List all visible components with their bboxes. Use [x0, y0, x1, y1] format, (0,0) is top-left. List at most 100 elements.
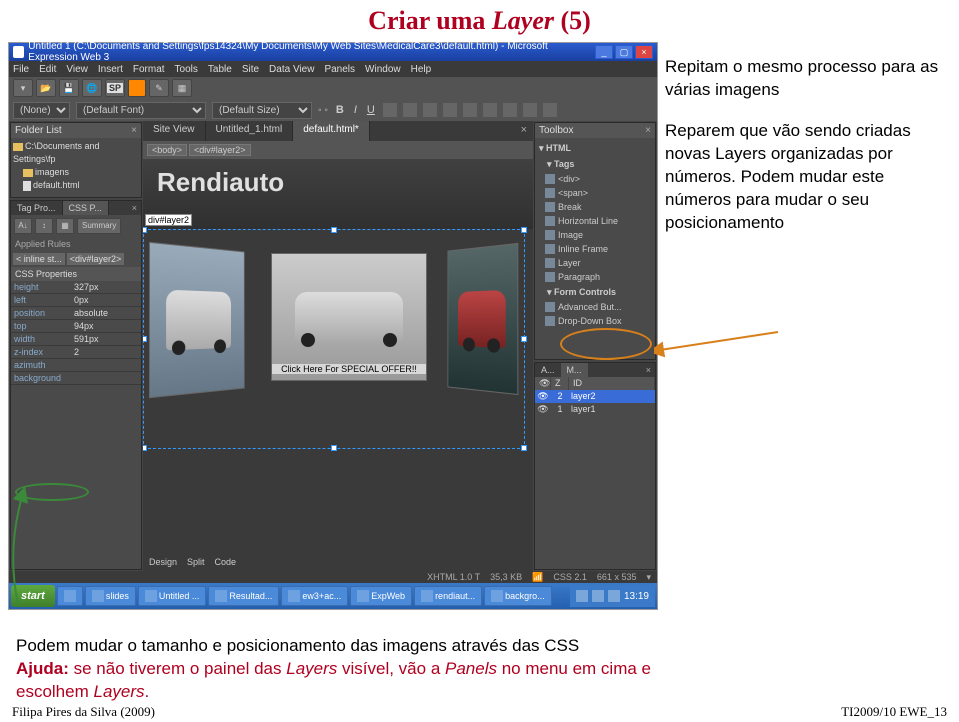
css-prop-value[interactable]: 0px [71, 294, 141, 306]
tool-button[interactable]: ✎ [149, 79, 169, 97]
task-button[interactable]: slides [85, 586, 136, 606]
css-sort-button[interactable]: A↓ [14, 218, 32, 234]
menu-edit[interactable]: Edit [39, 64, 56, 75]
menu-panels[interactable]: Panels [324, 64, 355, 75]
status-dropdown-icon[interactable]: ▾ [646, 572, 651, 583]
toolbox-section[interactable]: ▾ Form Controls [537, 284, 653, 300]
tab-tag-properties[interactable]: Tag Pro... [11, 201, 63, 215]
css-group-button[interactable]: ▦ [56, 218, 74, 234]
css-prop-name[interactable]: background [11, 372, 71, 384]
split-tab[interactable]: Split [187, 557, 205, 567]
tab-document-active[interactable]: default.html* [293, 121, 370, 141]
css-prop-value[interactable]: 94px [71, 320, 141, 332]
menu-insert[interactable]: Insert [98, 64, 123, 75]
css-prop-value[interactable] [71, 372, 141, 384]
tab-site-view[interactable]: Site View [143, 121, 206, 141]
layer-row[interactable]: 👁 2 layer2 [535, 390, 655, 403]
folder-item[interactable]: imagens [13, 166, 139, 179]
menu-format[interactable]: Format [133, 64, 165, 75]
toolbox-item[interactable]: Break [537, 200, 653, 214]
css-prop-name[interactable]: z-index [11, 346, 71, 358]
bold-button[interactable]: B [334, 104, 346, 116]
minimize-button[interactable]: _ [595, 45, 613, 59]
layers-close-icon[interactable]: × [642, 363, 655, 377]
css-prop-name[interactable]: top [11, 320, 71, 332]
layer-row[interactable]: 👁 1 layer1 [535, 403, 655, 416]
font-select[interactable]: (Default Font) [76, 102, 206, 119]
toolbox-item[interactable]: Image [537, 228, 653, 242]
design-canvas[interactable]: Rendiauto div#layer2 Click Here For SPEC… [143, 159, 533, 553]
tray-icon[interactable] [608, 590, 620, 602]
hyperlink-icon[interactable] [543, 103, 557, 117]
task-button[interactable]: ExpWeb [350, 586, 412, 606]
list-number-icon[interactable] [463, 103, 477, 117]
new-button[interactable]: ▾ [13, 79, 33, 97]
toolbox-close-icon[interactable]: × [645, 125, 651, 136]
toolbox-item[interactable]: <span> [537, 186, 653, 200]
toolbox-item[interactable]: Advanced But... [537, 300, 653, 314]
layers-tab-m[interactable]: M... [561, 363, 588, 377]
outdent-icon[interactable] [483, 103, 497, 117]
sp-button[interactable]: SP [105, 79, 125, 97]
maximize-button[interactable]: ▢ [615, 45, 633, 59]
breadcrumb-tag[interactable]: <body> [147, 144, 187, 156]
save-button[interactable]: 💾 [59, 79, 79, 97]
css-sort-button[interactable]: ↕ [35, 218, 53, 234]
layer-selection[interactable] [143, 229, 525, 449]
borders-icon[interactable] [523, 103, 537, 117]
css-rule[interactable]: < inline st... [13, 253, 65, 265]
tab-close-icon[interactable]: × [515, 121, 533, 141]
css-prop-name[interactable]: azimuth [11, 359, 71, 371]
tray-icon[interactable] [576, 590, 588, 602]
code-tab[interactable]: Code [215, 557, 237, 567]
eye-icon[interactable]: 👁 [535, 404, 551, 415]
menu-dataview[interactable]: Data View [269, 64, 314, 75]
task-button[interactable]: ew3+ac... [281, 586, 348, 606]
tab-css-properties[interactable]: CSS P... [63, 201, 109, 215]
menu-file[interactable]: File [13, 64, 29, 75]
tray-icon[interactable] [592, 590, 604, 602]
css-prop-value[interactable]: 2 [71, 346, 141, 358]
design-tab[interactable]: Design [149, 557, 177, 567]
align-center-icon[interactable] [403, 103, 417, 117]
color-button[interactable] [128, 79, 146, 97]
toolbox-item[interactable]: Layer [537, 256, 653, 270]
clock[interactable]: 13:19 [624, 591, 649, 602]
folder-root[interactable]: C:\Documents and Settings\fp [13, 140, 139, 166]
menu-help[interactable]: Help [411, 64, 432, 75]
css-prop-value[interactable]: 591px [71, 333, 141, 345]
css-prop-value[interactable] [71, 359, 141, 371]
css-prop-value[interactable]: absolute [71, 307, 141, 319]
toolbox-item[interactable]: Horizontal Line [537, 214, 653, 228]
toolbox-item[interactable]: Inline Frame [537, 242, 653, 256]
size-select[interactable]: (Default Size) [212, 102, 312, 119]
css-prop-name[interactable]: width [11, 333, 71, 345]
folder-item[interactable]: default.html [13, 179, 139, 192]
align-right-icon[interactable] [423, 103, 437, 117]
panel-close-icon[interactable]: × [128, 201, 141, 215]
css-prop-name[interactable]: height [11, 281, 71, 293]
toolbox-section[interactable]: ▾ Tags [537, 156, 653, 172]
menu-site[interactable]: Site [242, 64, 259, 75]
toolbox-item[interactable]: Drop-Down Box [537, 314, 653, 328]
indent-icon[interactable] [503, 103, 517, 117]
italic-button[interactable]: I [352, 104, 359, 116]
menu-window[interactable]: Window [365, 64, 401, 75]
eye-icon[interactable]: 👁 [535, 391, 551, 402]
font-size-icon[interactable]: ◦ ◦ [318, 105, 328, 116]
underline-button[interactable]: U [365, 104, 377, 116]
list-bullet-icon[interactable] [443, 103, 457, 117]
task-button[interactable]: Untitled ... [138, 586, 207, 606]
css-prop-name[interactable]: position [11, 307, 71, 319]
task-button[interactable]: Resultad... [208, 586, 279, 606]
summary-button[interactable]: Summary [77, 218, 121, 234]
toolbox-item[interactable]: <div> [537, 172, 653, 186]
open-button[interactable]: 📂 [36, 79, 56, 97]
breadcrumb-tag[interactable]: <div#layer2> [189, 144, 251, 156]
css-prop-value[interactable]: 327px [71, 281, 141, 293]
menu-tools[interactable]: Tools [175, 64, 198, 75]
tab-document[interactable]: Untitled_1.html [206, 121, 294, 141]
quick-launch[interactable] [57, 586, 83, 606]
start-button[interactable]: start [11, 585, 55, 607]
task-button[interactable]: backgro... [484, 586, 552, 606]
